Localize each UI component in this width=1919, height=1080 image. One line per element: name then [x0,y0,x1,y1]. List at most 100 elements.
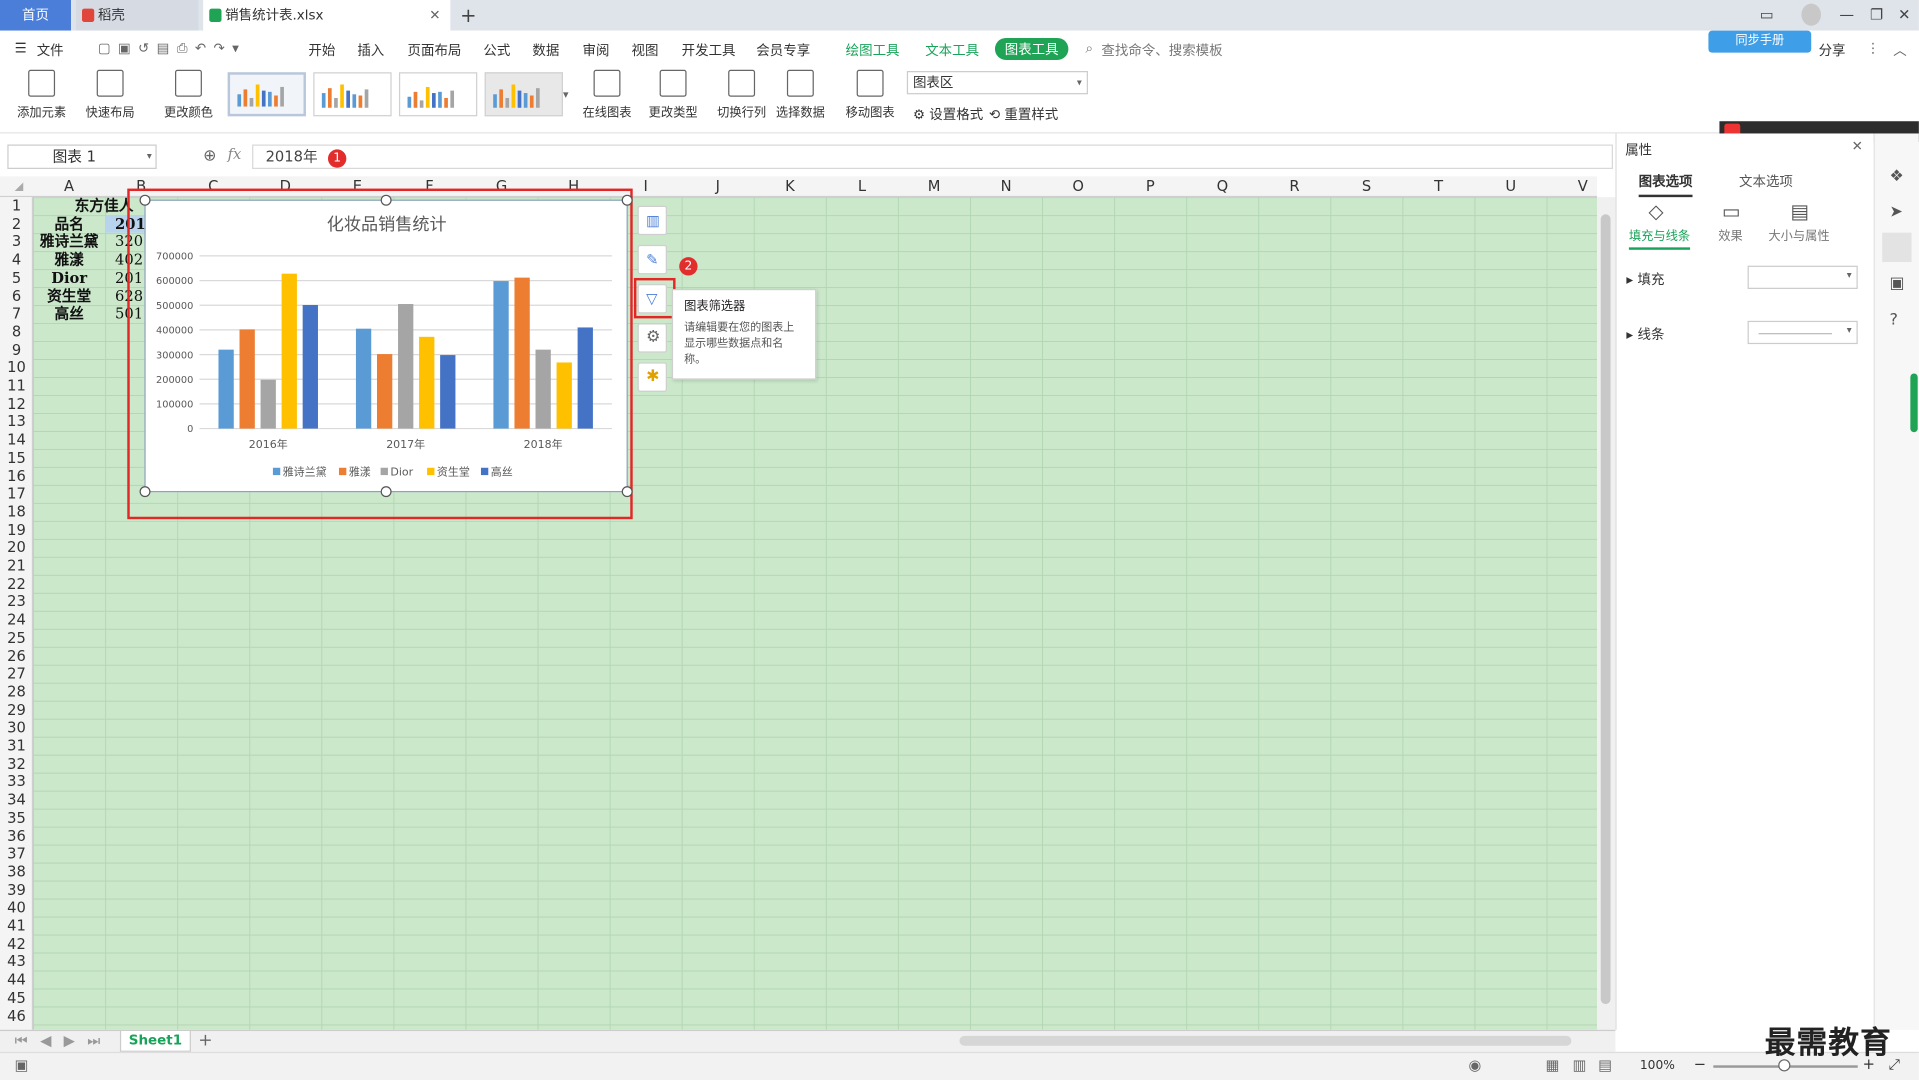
add-element-button[interactable]: 添加元素 [12,69,71,120]
row-header-12[interactable]: 12 [0,395,32,413]
subtab-fill-line[interactable]: 填充与线条 [1628,225,1691,250]
vertical-scrollbar[interactable] [1597,197,1616,1030]
move-chart-button[interactable]: 移动图表 [843,69,897,120]
close-window-icon[interactable]: ✕ [1898,6,1910,23]
row-header-2[interactable]: 2 [0,215,32,233]
select-pointer-icon[interactable]: ➤ [1890,203,1903,221]
menu-member[interactable]: 会员专享 [756,40,810,60]
fill-dropdown[interactable]: ▾ [1747,265,1858,289]
row-header-38[interactable]: 38 [0,863,32,881]
row-header-29[interactable]: 29 [0,701,32,719]
cell-A6[interactable]: 资生堂 [33,287,105,305]
row-header-46[interactable]: 46 [0,1007,32,1025]
sheet-nav-icons[interactable]: ⏮◀▶⏭ [15,1032,113,1050]
macro-icon[interactable]: ▣ [15,1057,29,1074]
sheet-tab-sheet1[interactable]: Sheet1 [119,1031,191,1052]
command-search[interactable]: 查找命令、搜索模板 [1101,40,1222,60]
column-header-T[interactable]: T [1403,176,1475,197]
quick-layout-button[interactable]: 快速布局 [81,69,140,120]
eye-protect-icon[interactable]: ◉ [1469,1057,1482,1074]
cell-A3[interactable]: 雅诗兰黛 [33,233,105,251]
row-header-33[interactable]: 33 [0,773,32,791]
page-count-icon[interactable]: ▭ [1760,6,1774,23]
menu-view[interactable]: 视图 [631,40,658,60]
zoom-out-icon[interactable]: − [1694,1056,1706,1073]
resize-handle-bottom-right[interactable] [621,486,633,498]
row-header-27[interactable]: 27 [0,665,32,683]
column-header-P[interactable]: P [1114,176,1186,197]
sync-manual-button[interactable]: 同步手册 [1708,30,1812,53]
row-header-15[interactable]: 15 [0,449,32,467]
chart-styles-button[interactable]: ✎ [637,244,667,275]
name-box[interactable]: 图表 1 ▾ [7,144,157,169]
row-header-24[interactable]: 24 [0,611,32,629]
row-header-14[interactable]: 14 [0,431,32,449]
add-sheet-icon[interactable]: + [198,1031,212,1051]
menu-data[interactable]: 数据 [532,40,559,60]
style-gallery-expand-icon[interactable]: ▾ [563,89,569,101]
menu-drawing-tools[interactable]: 绘图工具 [846,40,900,60]
minimize-icon[interactable]: — [1839,6,1854,23]
cell-A5[interactable]: Dior [33,269,105,287]
select-data-button[interactable]: 选择数据 [773,69,827,120]
hamburger-icon[interactable]: ☰ [15,40,27,56]
row-header-11[interactable]: 11 [0,377,32,395]
restore-icon[interactable]: ❐ [1870,6,1883,23]
row-header-19[interactable]: 19 [0,521,32,539]
subtab-effect[interactable]: 效果 [1718,225,1742,243]
column-header-R[interactable]: R [1258,176,1330,197]
row-header-3[interactable]: 3 [0,233,32,251]
name-box-dropdown-icon[interactable]: ▾ [147,146,152,168]
formula-input[interactable]: 2018年 [252,144,1613,169]
row-header-25[interactable]: 25 [0,629,32,647]
row-header-43[interactable]: 43 [0,953,32,971]
row-header-1[interactable]: 1 [0,197,32,215]
vertical-scroll-thumb[interactable] [1600,214,1611,1005]
resize-handle-top-left[interactable] [139,194,151,206]
row-header-9[interactable]: 9 [0,341,32,359]
row-header-40[interactable]: 40 [0,899,32,917]
menu-review[interactable]: 审阅 [583,40,610,60]
horizontal-scrollbar[interactable] [959,1035,1572,1046]
row-header-16[interactable]: 16 [0,467,32,485]
row-header-23[interactable]: 23 [0,593,32,611]
row-header-7[interactable]: 7 [0,305,32,323]
row-header-5[interactable]: 5 [0,269,32,287]
line-section[interactable]: ▸ 线条 [1626,324,1664,344]
row-header-39[interactable]: 39 [0,881,32,899]
column-header-L[interactable]: L [826,176,898,197]
more-icon[interactable]: ⋮ [1866,40,1879,56]
collapse-ribbon-icon[interactable]: ︿ [1893,40,1906,60]
row-header-44[interactable]: 44 [0,971,32,989]
menu-page-layout[interactable]: 页面布局 [408,40,462,60]
cell-A4[interactable]: 雅漾 [33,251,105,269]
column-header-A[interactable]: A [33,176,105,197]
bar-chart[interactable]: 化妆品销售统计 0 100000 200000 300000 400000 500000 60… [146,201,629,494]
zoom-level[interactable]: 100% [1640,1059,1675,1072]
column-header-O[interactable]: O [1042,176,1114,197]
resize-handle-bottom-left[interactable] [139,486,151,498]
row-header-17[interactable]: 17 [0,485,32,503]
page-break-view-icon[interactable]: ▤ [1598,1057,1612,1074]
select-all-corner[interactable] [14,182,24,192]
fx-icon[interactable]: fx [228,146,242,163]
column-header-J[interactable]: J [682,176,754,197]
change-color-button[interactable]: 更改颜色 [159,69,218,120]
avatar[interactable] [1801,3,1822,26]
backup-icon[interactable]: ▣ [1890,274,1905,292]
row-header-4[interactable]: 4 [0,251,32,269]
tab-spreadsheet-file[interactable]: 销售统计表.xlsx ✕ [203,0,451,31]
menu-developer[interactable]: 开发工具 [682,40,736,60]
chart-style-4[interactable] [484,72,563,117]
row-header-6[interactable]: 6 [0,287,32,305]
online-chart-button[interactable]: 在线图表 [578,69,637,120]
column-header-N[interactable]: N [970,176,1042,197]
style-icon[interactable]: ❖ [1890,168,1904,186]
menu-share[interactable]: 分享 [1819,40,1846,60]
subtab-size-property[interactable]: 大小与属性 [1768,225,1829,243]
row-header-20[interactable]: 20 [0,539,32,557]
tab-text-options[interactable]: 文本选项 [1739,171,1793,191]
row-header-18[interactable]: 18 [0,503,32,521]
row-header-32[interactable]: 32 [0,755,32,773]
fill-section[interactable]: ▸ 填充 [1626,269,1664,289]
